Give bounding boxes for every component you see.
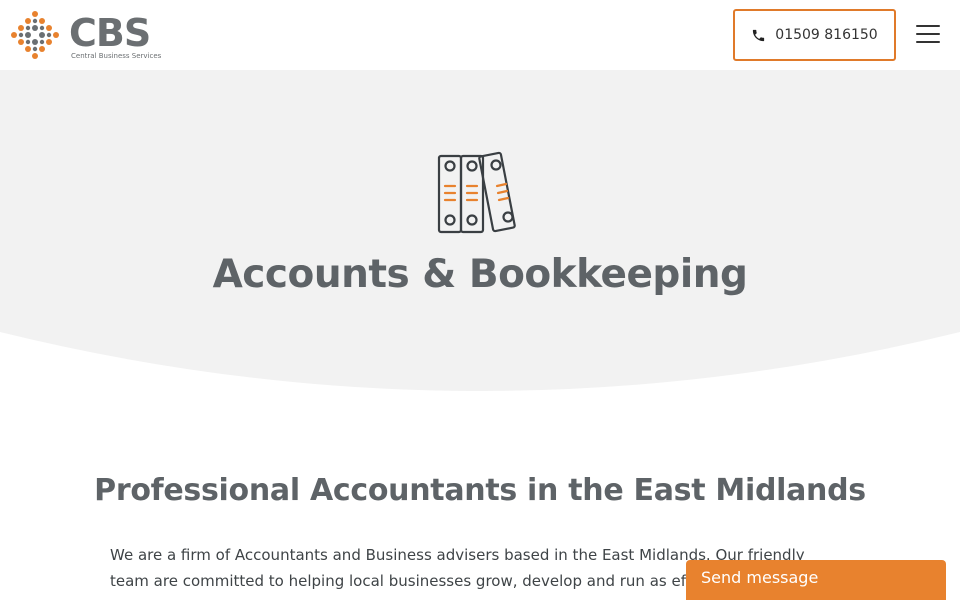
send-message-button[interactable]: Send message — [686, 560, 946, 600]
send-message-label: Send message — [701, 568, 819, 587]
phone-number: 01509 816150 — [775, 27, 878, 43]
site-header: CBS Central Business Services 01509 8161… — [0, 0, 960, 70]
logo-tagline: Central Business Services — [71, 52, 162, 60]
logo-wordmark: CBS — [69, 11, 151, 55]
hero-background — [0, 70, 960, 391]
logo-dots-icon — [11, 11, 59, 59]
page: CBS Central Business Services 01509 8161… — [0, 0, 960, 600]
hamburger-menu-icon[interactable] — [914, 22, 942, 46]
hero-banner: Accounts & Bookkeeping — [0, 70, 960, 400]
section-heading: Professional Accountants in the East Mid… — [94, 473, 866, 508]
binders-icon — [437, 151, 516, 234]
cbs-logo[interactable]: CBS Central Business Services — [10, 10, 165, 62]
page-title: Accounts & Bookkeeping — [212, 252, 748, 297]
phone-icon — [753, 29, 765, 41]
phone-button[interactable]: 01509 816150 — [733, 9, 896, 61]
